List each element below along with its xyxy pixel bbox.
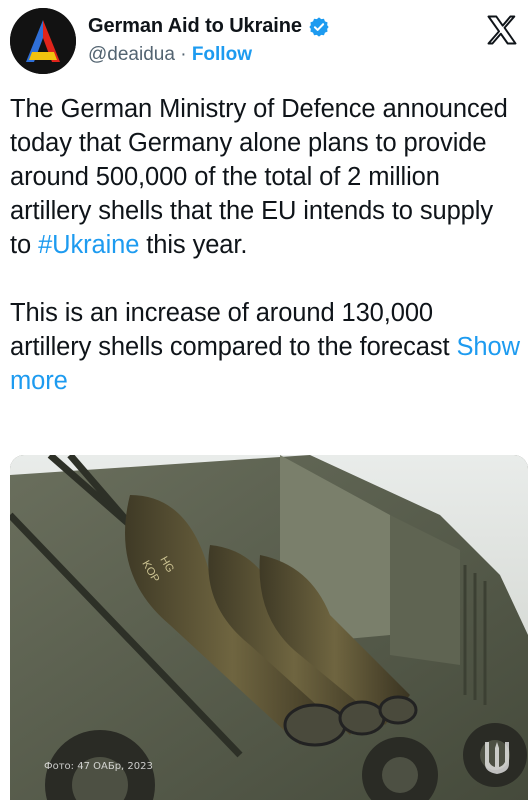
follow-button[interactable]: Follow: [192, 44, 252, 65]
tweet-text-part: This is an increase of around 130,000 ar…: [10, 299, 450, 361]
name-row: German Aid to Ukraine: [88, 15, 330, 38]
display-name[interactable]: German Aid to Ukraine: [88, 15, 302, 38]
hashtag-link[interactable]: #Ukraine: [38, 231, 139, 259]
tweet-header: German Aid to Ukraine @deaidua · Follow: [10, 8, 520, 78]
tweet-paragraph-2: This is an increase of around 130,000 ar…: [10, 296, 520, 398]
verified-badge-icon: [309, 16, 329, 37]
separator: ·: [180, 44, 187, 65]
avatar-logo-icon: [10, 8, 76, 74]
avatar[interactable]: [10, 8, 76, 74]
handle-row: @deaidua · Follow: [88, 44, 252, 66]
tweet-text: The German Ministry of Defence announced…: [10, 92, 520, 398]
tweet-text-part: this year.: [139, 231, 248, 259]
photo-credit: Фото: 47 ОАБр, 2023: [44, 761, 153, 772]
tweet-photo[interactable]: KOP HG Фото: 47 ОАБр, 2023: [10, 455, 528, 800]
handle[interactable]: @deaidua: [88, 44, 175, 65]
trident-icon: [485, 742, 509, 774]
x-logo-icon[interactable]: [484, 12, 520, 48]
artillery-photo: KOP HG: [10, 455, 528, 800]
tweet-paragraph-1: The German Ministry of Defence announced…: [10, 92, 520, 262]
